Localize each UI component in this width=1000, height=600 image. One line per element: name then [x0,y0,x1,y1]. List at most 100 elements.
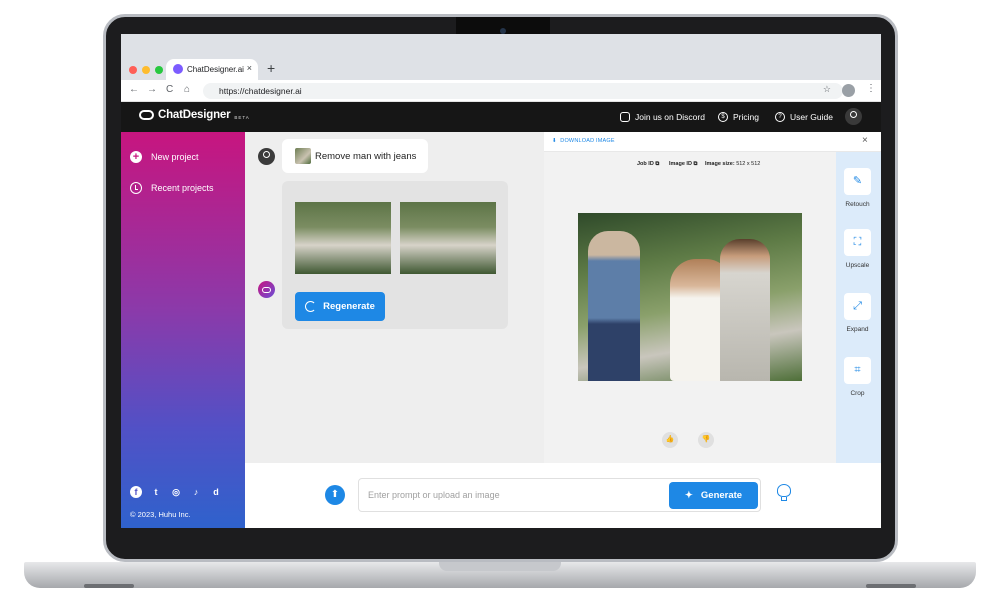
sidebar-item-recent-projects[interactable]: Recent projects [130,182,214,194]
image-size-value: 512 x 512 [736,161,761,167]
image-id[interactable]: Image ID ⧉ [669,161,697,168]
generate-label: Generate [700,490,743,501]
assistant-avatar-icon [258,281,275,298]
instagram-icon[interactable]: ◎ [170,486,182,498]
address-bar[interactable]: https://chatdesigner.ai ☆ [203,83,843,99]
sidebar-item-new-project[interactable]: + New project [130,151,199,163]
thumbs-down-icon[interactable]: 👎 [698,432,714,448]
social-links: f t ◎ ♪ d [130,486,222,498]
tab-title: ChatDesigner.ai [187,65,244,74]
new-tab-button[interactable]: + [267,60,275,76]
tool-label: Crop [850,390,865,397]
clock-icon [130,182,142,194]
download-icon: ⬇ [552,138,557,144]
brush-icon: ✎ [844,168,871,195]
result-card: Regenerate [282,181,508,329]
image-id-label: Image ID [669,161,692,167]
pricing-label: Pricing [733,112,759,122]
close-panel-icon[interactable]: × [862,135,868,146]
bulb-glass [777,484,791,497]
back-icon[interactable]: ← [129,84,139,95]
url-text: https://chatdesigner.ai [219,86,302,96]
home-icon[interactable]: ⌂ [184,84,190,95]
plus-icon: + [130,151,142,163]
prompt-text: Remove man with jeans [315,151,417,162]
tool-expand[interactable]: ⤢ Expand [844,293,873,333]
browser-profile-avatar[interactable] [842,84,855,97]
discord-icon [620,112,630,122]
preview-image[interactable] [578,213,802,381]
chat-area: Remove man with jeans Regenerate [245,132,544,463]
user-guide-link[interactable]: ? User Guide [775,112,833,122]
regenerate-button[interactable]: Regenerate [295,292,385,321]
tiktok-icon[interactable]: ♪ [190,486,202,498]
image-preview-panel: ⬇ DOWNLOAD IMAGE × Job ID ⧉ Image ID ⧉ I… [544,132,881,463]
laptop-foot [866,584,916,588]
browser-tab[interactable]: ChatDesigner.ai × [166,59,258,80]
result-thumbnail[interactable] [400,202,496,274]
result-thumbnail[interactable] [295,202,391,274]
sidebar-item-label: Recent projects [151,183,214,193]
sidebar: + New project Recent projects [121,132,245,528]
brand-name: ChatDesigner [158,109,231,121]
tool-rail: ✎ Retouch ⛶ Upscale ⤢ Expand ⌗ Crop [836,152,881,463]
discord-link[interactable]: Join us on Discord [620,112,705,122]
dollar-icon: $ [718,112,728,122]
brand-logo[interactable]: ChatDesigner BETA [139,109,250,121]
discord-icon[interactable]: d [210,486,222,498]
window-minimize-dot[interactable] [142,66,150,74]
pricing-link[interactable]: $ Pricing [718,112,759,122]
copy-icon: ⧉ [655,161,660,167]
download-label: DOWNLOAD IMAGE [560,138,615,144]
expand-icon: ⤢ [844,293,871,320]
laptop-base [24,562,976,588]
regenerate-label: Regenerate [323,301,375,312]
window-close-dot[interactable] [129,66,137,74]
download-image-link[interactable]: ⬇ DOWNLOAD IMAGE [552,138,615,144]
tool-label: Expand [846,326,869,333]
account-avatar-icon[interactable] [845,108,862,125]
user-prompt-bubble: Remove man with jeans [282,139,428,173]
help-icon: ? [775,112,785,122]
thumbs-up-icon[interactable]: 👍 [662,432,678,448]
upload-icon[interactable]: ⬆ [325,485,345,505]
prompt-composer: ⬆ ✦ Generate [245,463,881,528]
image-size: Image size: 512 x 512 [705,161,760,167]
browser-menu-icon[interactable]: ⋮ [866,83,876,94]
base-notch [439,562,561,571]
user-avatar-icon [258,148,275,165]
window-maximize-dot[interactable] [155,66,163,74]
favicon-icon [173,64,183,74]
screen: ChatDesigner.ai × + ← → C ⌂ https://chat… [121,34,881,528]
copyright-text: © 2023, Huhu Inc. [130,510,191,519]
beta-badge: BETA [234,115,250,120]
twitter-icon[interactable]: t [150,486,162,498]
tool-upscale[interactable]: ⛶ Upscale [844,229,873,269]
browser-tab-bar: ChatDesigner.ai × + [121,34,881,80]
tool-label: Retouch [845,201,870,208]
photo-figure-man [588,231,640,381]
tool-crop[interactable]: ⌗ Crop [844,357,873,397]
facebook-icon[interactable]: f [130,486,142,498]
app-header: ChatDesigner BETA Join us on Discord $ P… [121,102,881,132]
lightbulb-icon[interactable] [777,484,791,502]
tool-retouch[interactable]: ✎ Retouch [844,168,873,208]
tab-close-icon[interactable]: × [247,63,252,73]
photo-figure-groom [720,239,770,381]
upscale-icon: ⛶ [844,229,871,256]
job-id[interactable]: Job ID ⧉ [637,161,659,168]
prompt-image-thumbnail[interactable] [295,148,311,164]
job-id-label: Job ID [637,161,654,167]
logo-chat-icon [139,110,154,120]
tool-label: Upscale [845,262,870,269]
reload-icon[interactable]: C [166,84,173,95]
forward-icon[interactable]: → [147,84,157,95]
copy-icon: ⧉ [693,161,698,167]
bulb-base [781,497,787,501]
laptop-foot [84,584,134,588]
bookmark-star-icon[interactable]: ☆ [823,84,831,95]
generate-button[interactable]: ✦ Generate [669,482,758,509]
sidebar-item-label: New project [151,152,199,162]
browser-toolbar: ← → C ⌂ https://chatdesigner.ai ☆ ⋮ [121,80,881,102]
panel-top-bar: ⬇ DOWNLOAD IMAGE × [544,132,881,152]
